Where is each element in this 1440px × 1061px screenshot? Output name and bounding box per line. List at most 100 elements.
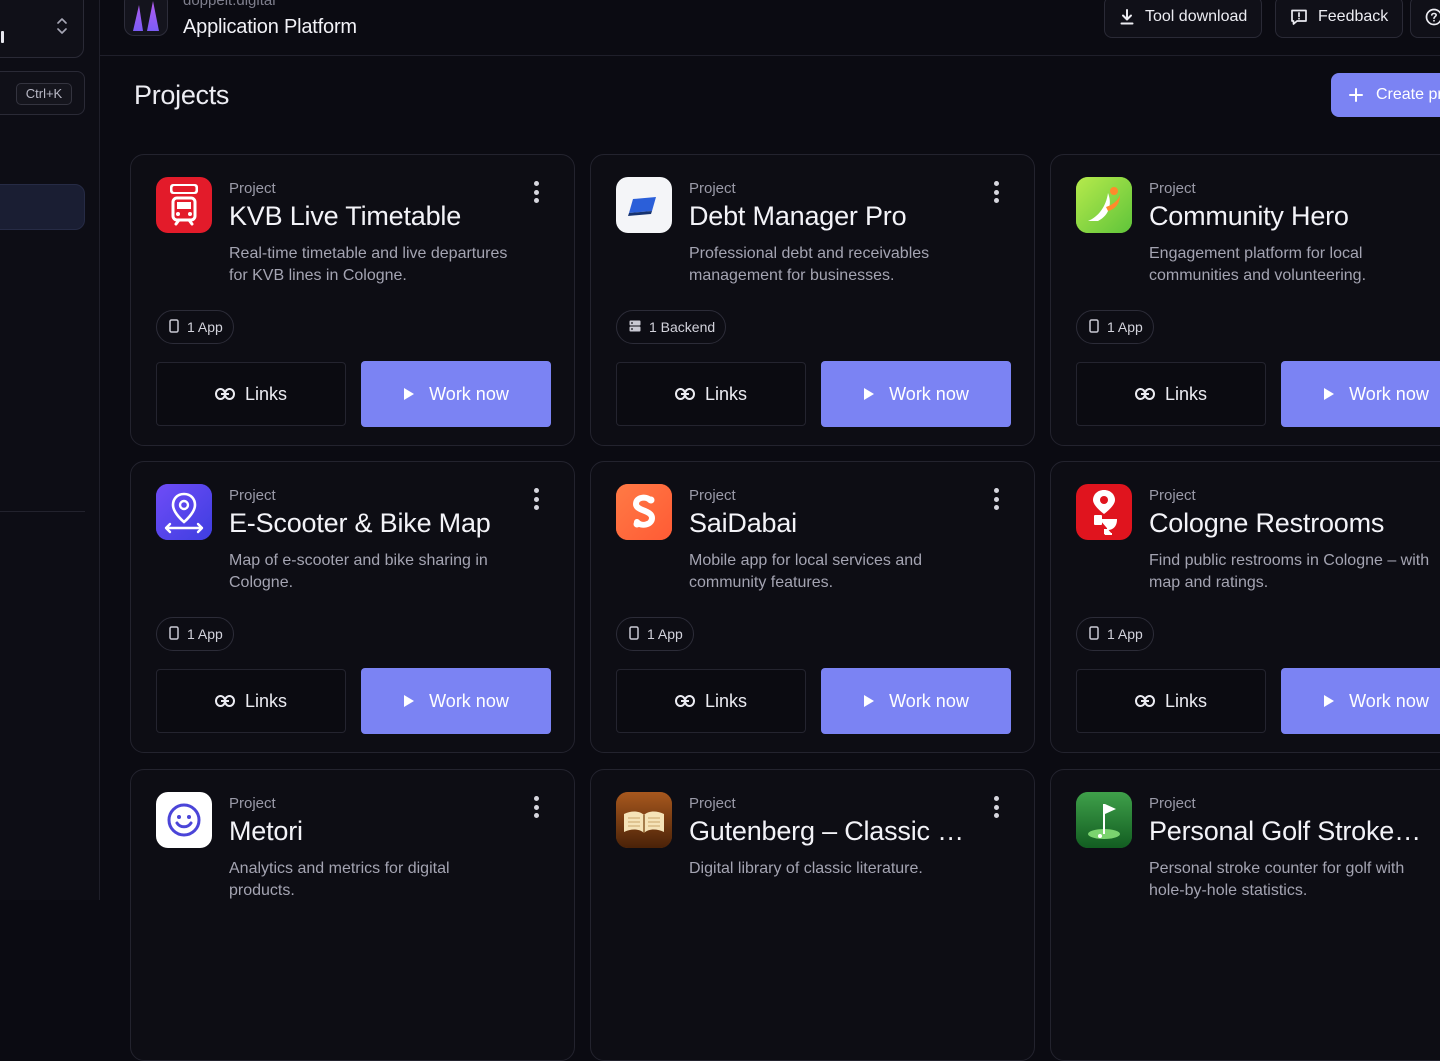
project-resource-badge: 1 App [616, 617, 694, 651]
project-name[interactable]: Community Hero [1149, 201, 1349, 232]
smiley-icon [156, 792, 212, 848]
hero-leaf-icon [1076, 177, 1132, 233]
project-description: Professional debt and receivables manage… [689, 243, 979, 287]
live-tram-icon [156, 177, 212, 233]
project-name[interactable]: Gutenberg – Classic … [689, 816, 964, 847]
links-button[interactable]: Links [1076, 669, 1266, 733]
project-card[interactable]: Project Cologne Restrooms Find public re… [1050, 461, 1440, 753]
work-now-label: Work now [889, 691, 969, 712]
tool-download-label: Tool download [1145, 8, 1247, 26]
server-icon [629, 319, 641, 335]
help-button[interactable] [1410, 0, 1440, 38]
project-resource-count: 1 App [647, 626, 683, 642]
feedback-button[interactable]: Feedback [1275, 0, 1403, 38]
tool-download-button[interactable]: Tool download [1104, 0, 1262, 38]
project-resource-count: 1 App [187, 319, 223, 335]
play-icon [863, 387, 875, 401]
project-resource-badge: 1 App [156, 310, 234, 344]
project-card[interactable]: Project Gutenberg – Classic … Digital li… [590, 769, 1035, 1061]
project-description: Map of e-scooter and bike sharing in Col… [229, 550, 519, 594]
more-options-icon[interactable] [989, 488, 1003, 510]
project-name[interactable]: Debt Manager Pro [689, 201, 906, 232]
golf-flag-icon [1076, 792, 1132, 848]
work-now-label: Work now [429, 691, 509, 712]
sidebar: Ctrl+K [0, 0, 100, 900]
project-resource-badge: 1 App [1076, 617, 1154, 651]
project-name[interactable]: E-Scooter & Bike Map [229, 508, 491, 539]
project-description: Digital library of classic literature. [689, 858, 979, 880]
link-icon [675, 695, 695, 707]
project-card[interactable]: Project E-Scooter & Bike Map Map of e-sc… [130, 461, 575, 753]
project-kind-label: Project [229, 180, 276, 197]
link-icon [1135, 695, 1155, 707]
phone-icon [169, 626, 179, 643]
work-now-button[interactable]: Work now [1281, 361, 1440, 427]
project-card[interactable]: Project Metori Analytics and metrics for… [130, 769, 575, 1061]
work-now-button[interactable]: Work now [1281, 668, 1440, 734]
project-card[interactable]: Project Personal Golf Stroke … Personal … [1050, 769, 1440, 1061]
work-now-button[interactable]: Work now [361, 668, 551, 734]
project-card[interactable]: Project SaiDabai Mobile app for local se… [590, 461, 1035, 753]
project-name[interactable]: Cologne Restrooms [1149, 508, 1384, 539]
project-kind-label: Project [229, 795, 276, 812]
play-icon [403, 694, 415, 708]
phone-icon [1089, 319, 1099, 336]
links-label: Links [245, 384, 287, 405]
project-kind-label: Project [1149, 487, 1196, 504]
project-card[interactable]: Project KVB Live Timetable Real-time tim… [130, 154, 575, 446]
link-icon [675, 388, 695, 400]
more-options-icon[interactable] [529, 181, 543, 203]
project-resource-count: 1 App [187, 626, 223, 642]
links-button[interactable]: Links [616, 669, 806, 733]
links-label: Links [705, 384, 747, 405]
more-options-icon[interactable] [529, 796, 543, 818]
help-icon [1425, 8, 1440, 26]
work-now-button[interactable]: Work now [821, 668, 1011, 734]
project-resource-badge: 1 App [1076, 310, 1154, 344]
project-card[interactable]: Project Community Hero Engagement platfo… [1050, 154, 1440, 446]
project-name[interactable]: Personal Golf Stroke … [1149, 816, 1427, 847]
links-button[interactable]: Links [156, 362, 346, 426]
project-description: Real-time timetable and live departures … [229, 243, 519, 287]
project-resource-badge: 1 Backend [616, 310, 726, 344]
sidebar-item-projects-active[interactable] [0, 184, 85, 230]
project-kind-label: Project [689, 487, 736, 504]
more-options-icon[interactable] [989, 181, 1003, 203]
project-description: Personal stroke counter for golf with ho… [1149, 858, 1439, 902]
links-label: Links [245, 691, 287, 712]
org-initial-fragment [1, 31, 4, 43]
project-resource-count: 1 App [1107, 319, 1143, 335]
project-name[interactable]: Metori [229, 816, 303, 847]
project-description: Engagement platform for local communitie… [1149, 243, 1439, 287]
links-button[interactable]: Links [1076, 362, 1266, 426]
project-name[interactable]: KVB Live Timetable [229, 201, 461, 232]
links-button[interactable]: Links [156, 669, 346, 733]
logo-mark-icon [125, 0, 168, 36]
more-options-icon[interactable] [529, 488, 543, 510]
links-button[interactable]: Links [616, 362, 806, 426]
phone-icon [629, 626, 639, 643]
work-now-button[interactable]: Work now [361, 361, 551, 427]
page-title: Projects [134, 80, 229, 111]
app-logo [124, 0, 168, 36]
project-name[interactable]: SaiDabai [689, 508, 797, 539]
play-icon [863, 694, 875, 708]
project-resource-count: 1 App [1107, 626, 1143, 642]
app-title: Application Platform [183, 16, 357, 39]
sidebar-divider [0, 511, 85, 512]
links-label: Links [1165, 691, 1207, 712]
project-card[interactable]: Project Debt Manager Pro Professional de… [590, 154, 1035, 446]
link-icon [215, 695, 235, 707]
work-now-button[interactable]: Work now [821, 361, 1011, 427]
download-icon [1119, 9, 1135, 25]
more-options-icon[interactable] [989, 796, 1003, 818]
org-switcher[interactable] [0, 0, 84, 58]
project-kind-label: Project [689, 180, 736, 197]
create-project-button[interactable]: Create pr [1331, 73, 1440, 117]
play-icon [1323, 694, 1335, 708]
play-icon [403, 387, 415, 401]
project-resource-count: 1 Backend [649, 319, 715, 335]
project-kind-label: Project [689, 795, 736, 812]
chevron-up-down-icon [57, 17, 67, 35]
toilet-pin-icon [1076, 484, 1132, 540]
